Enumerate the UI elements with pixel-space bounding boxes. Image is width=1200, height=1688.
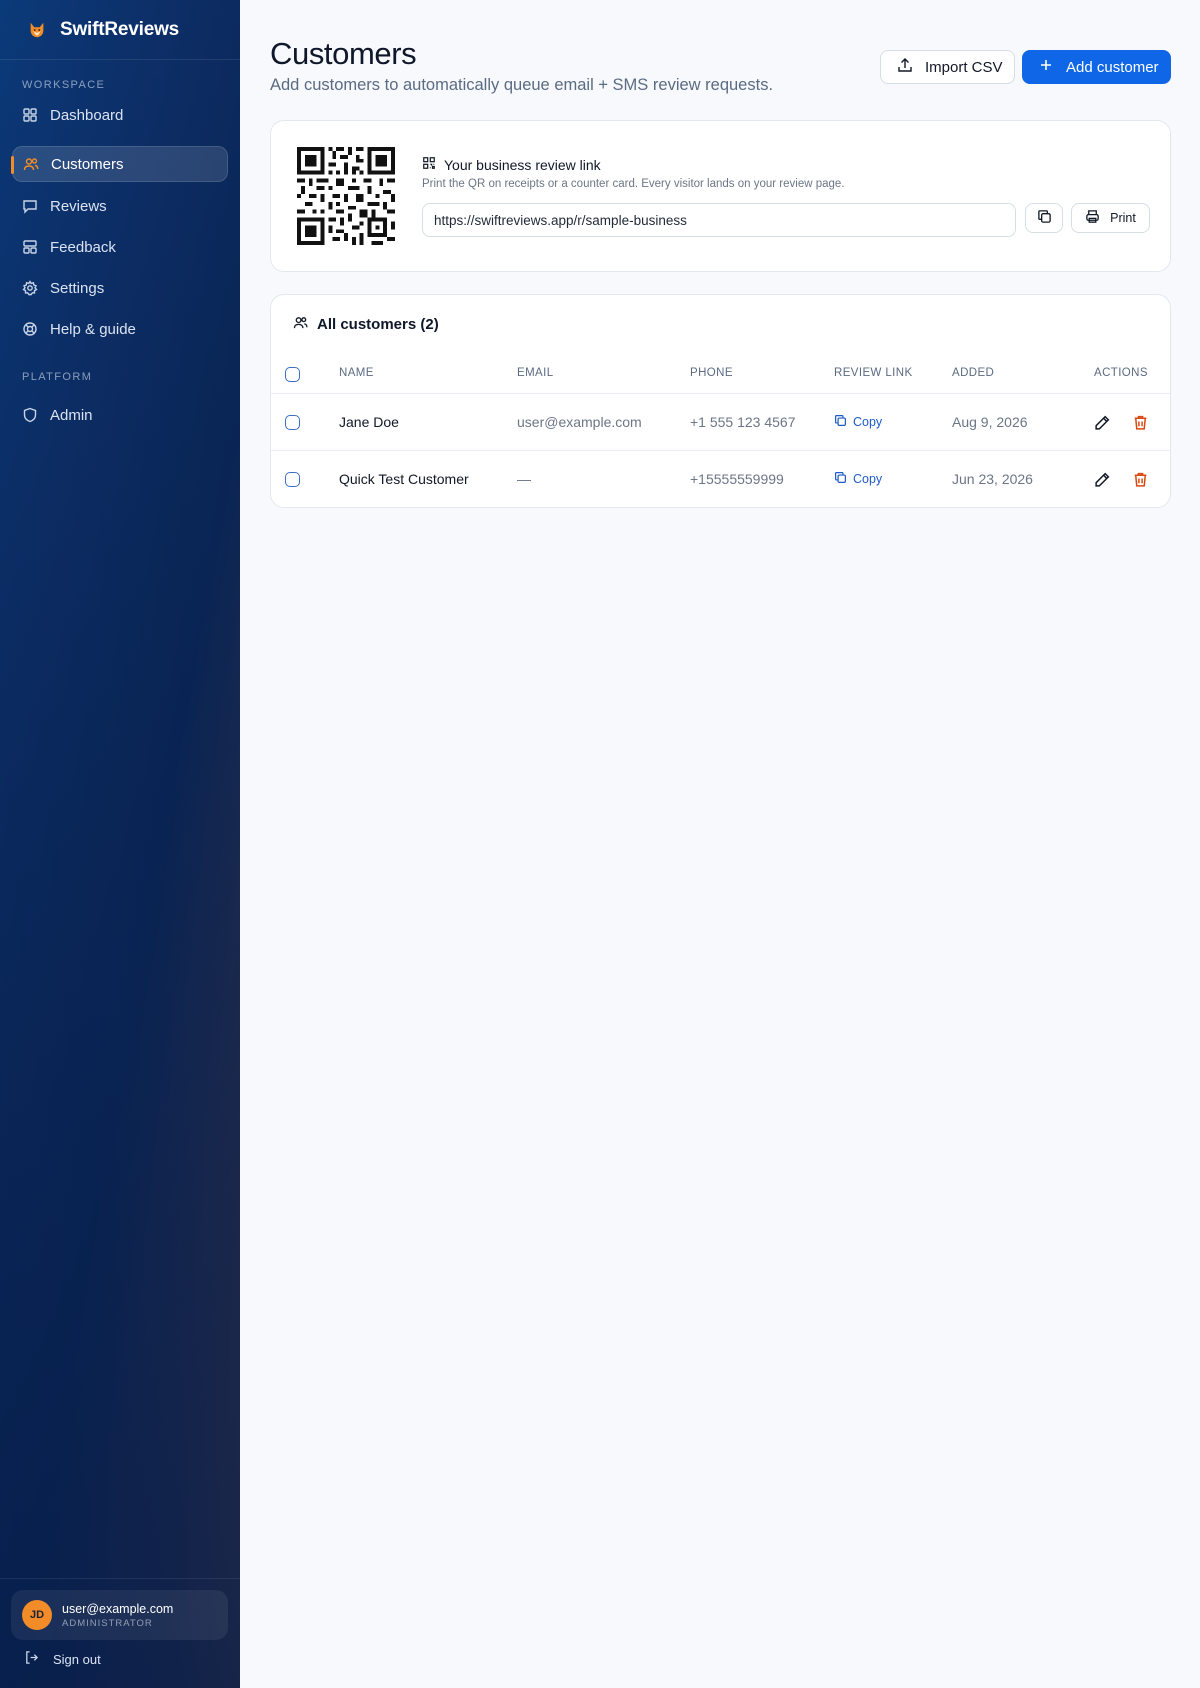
customers-table-title: All customers (2) bbox=[293, 315, 439, 334]
customer-phone: +1 555 123 4567 bbox=[690, 414, 796, 430]
add-customer-label: Add customer bbox=[1066, 58, 1159, 76]
copy-label: Copy bbox=[853, 472, 883, 486]
column-header-review-link[interactable]: REVIEW LINK bbox=[834, 367, 913, 379]
copy-icon bbox=[1037, 209, 1052, 227]
sidebar-divider bbox=[0, 1578, 240, 1579]
user-role: ADMINISTRATOR bbox=[62, 1617, 153, 1629]
printer-icon bbox=[1085, 209, 1100, 227]
print-button[interactable]: Print bbox=[1071, 203, 1150, 233]
sidebar-item-dashboard[interactable]: Dashboard bbox=[12, 97, 228, 133]
page-title: Customers bbox=[270, 36, 417, 71]
upload-icon bbox=[897, 57, 913, 77]
avatar: JD bbox=[22, 1600, 52, 1630]
print-label: Print bbox=[1110, 211, 1136, 225]
sidebar-item-label: Settings bbox=[50, 279, 105, 297]
customer-name[interactable]: Jane Doe bbox=[339, 414, 399, 430]
brand[interactable]: SwiftReviews bbox=[0, 0, 240, 60]
review-link-title-text: Your business review link bbox=[444, 156, 601, 173]
table-divider bbox=[271, 393, 1170, 394]
row-checkbox[interactable] bbox=[285, 415, 300, 430]
sidebar-item-admin[interactable]: Admin bbox=[12, 397, 228, 433]
copy-label: Copy bbox=[853, 415, 883, 429]
main-content: Customers Add customers to automatically… bbox=[240, 0, 1200, 1688]
customers-table-card: All customers (2) NAME EMAIL PHONE REVIE… bbox=[270, 294, 1171, 508]
user-email: user@example.com bbox=[62, 1601, 174, 1616]
import-csv-label: Import CSV bbox=[925, 58, 1003, 76]
delete-icon[interactable] bbox=[1131, 413, 1149, 431]
sign-out-button[interactable]: Sign out bbox=[24, 1650, 101, 1668]
layout-icon bbox=[22, 239, 38, 255]
shield-icon bbox=[22, 407, 38, 423]
user-card[interactable]: JD user@example.com ADMINISTRATOR bbox=[11, 1590, 228, 1640]
customer-added-date: Aug 9, 2026 bbox=[952, 414, 1028, 430]
column-header-added[interactable]: ADDED bbox=[952, 367, 994, 379]
customer-phone: +15555559999 bbox=[690, 471, 784, 487]
sidebar-item-feedback[interactable]: Feedback bbox=[12, 229, 228, 265]
sidebar-item-reviews[interactable]: Reviews bbox=[12, 188, 228, 224]
copy-icon bbox=[834, 414, 847, 430]
copy-link-button[interactable] bbox=[1025, 203, 1063, 233]
edit-icon[interactable] bbox=[1093, 413, 1111, 431]
page-subtitle: Add customers to automatically queue ema… bbox=[270, 76, 774, 94]
customer-added-date: Jun 23, 2026 bbox=[952, 471, 1033, 487]
sidebar-item-label: Customers bbox=[51, 155, 124, 173]
sign-out-label: Sign out bbox=[53, 1651, 101, 1667]
edit-icon[interactable] bbox=[1093, 470, 1111, 488]
sidebar-item-label: Feedback bbox=[50, 238, 116, 256]
review-link-title: Your business review link bbox=[422, 156, 601, 173]
qr-code-icon bbox=[297, 147, 395, 245]
lifebuoy-icon bbox=[22, 321, 38, 337]
add-customer-button[interactable]: Add customer bbox=[1022, 50, 1171, 84]
fox-logo-icon bbox=[26, 19, 48, 41]
column-header-phone[interactable]: PHONE bbox=[690, 367, 733, 379]
column-header-actions: ACTIONS bbox=[1094, 367, 1148, 379]
qr-small-icon bbox=[422, 156, 436, 173]
workspace-section-label: WORKSPACE bbox=[22, 79, 106, 91]
platform-section-label: PLATFORM bbox=[22, 371, 93, 383]
import-csv-button[interactable]: Import CSV bbox=[880, 50, 1015, 84]
customer-email: — bbox=[517, 471, 531, 487]
select-all-checkbox[interactable] bbox=[285, 367, 300, 382]
copy-review-link-button[interactable]: Copy bbox=[834, 471, 882, 487]
message-icon bbox=[22, 198, 38, 214]
review-link-input[interactable] bbox=[422, 203, 1016, 237]
customers-count-title: All customers (2) bbox=[317, 316, 439, 333]
sidebar-item-settings[interactable]: Settings bbox=[12, 270, 228, 306]
customer-name[interactable]: Quick Test Customer bbox=[339, 471, 469, 487]
brand-name: SwiftReviews bbox=[60, 18, 180, 40]
users-icon bbox=[293, 315, 308, 334]
gear-icon bbox=[22, 280, 38, 296]
sidebar-item-label: Reviews bbox=[50, 197, 107, 215]
plus-icon bbox=[1038, 57, 1054, 77]
review-link-card: Your business review link Print the QR o… bbox=[270, 120, 1171, 272]
sidebar-item-help-guide[interactable]: Help & guide bbox=[12, 311, 228, 347]
copy-icon bbox=[834, 471, 847, 487]
column-header-email[interactable]: EMAIL bbox=[517, 367, 554, 379]
review-link-description: Print the QR on receipts or a counter ca… bbox=[422, 178, 845, 190]
customer-email: user@example.com bbox=[517, 414, 642, 430]
delete-icon[interactable] bbox=[1131, 470, 1149, 488]
sidebar: SwiftReviews WORKSPACE Dashboard Custome… bbox=[0, 0, 240, 1688]
sidebar-item-customers[interactable]: Customers bbox=[11, 146, 228, 182]
column-header-name[interactable]: NAME bbox=[339, 367, 374, 379]
row-checkbox[interactable] bbox=[285, 472, 300, 487]
users-icon bbox=[23, 156, 39, 172]
sidebar-item-label: Help & guide bbox=[50, 320, 136, 338]
sidebar-item-label: Dashboard bbox=[50, 106, 124, 124]
copy-review-link-button[interactable]: Copy bbox=[834, 414, 882, 430]
grid-icon bbox=[22, 107, 38, 123]
table-divider bbox=[271, 450, 1170, 451]
sign-out-icon bbox=[24, 1650, 39, 1668]
sidebar-item-label: Admin bbox=[50, 406, 93, 424]
